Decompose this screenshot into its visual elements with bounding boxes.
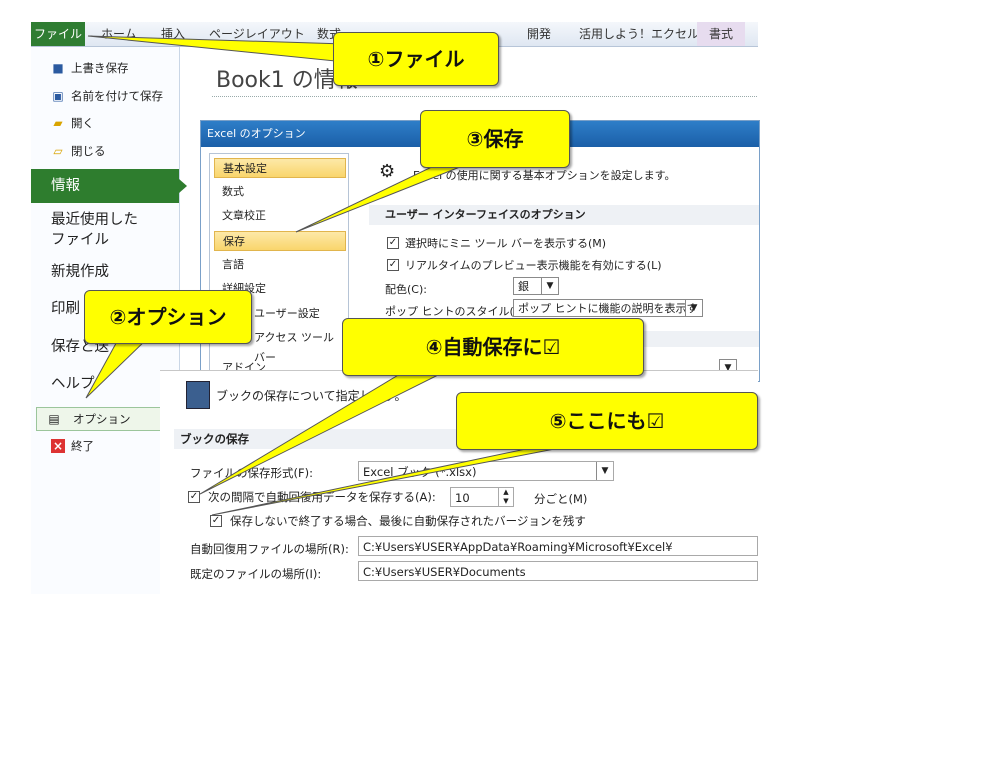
callout-1-file: ①ファイル (333, 32, 499, 86)
callout-1-pointer (87, 35, 346, 63)
callout-5-here-too: ⑤ここにも☑ (456, 392, 758, 450)
callout-2-options: ②オプション (84, 290, 252, 344)
callout-4-autosave: ④自動保存に☑ (342, 318, 644, 376)
callout-3-pointer (295, 162, 471, 233)
callout-2-pointer (85, 335, 152, 399)
callout-3-save: ③保存 (420, 110, 570, 168)
